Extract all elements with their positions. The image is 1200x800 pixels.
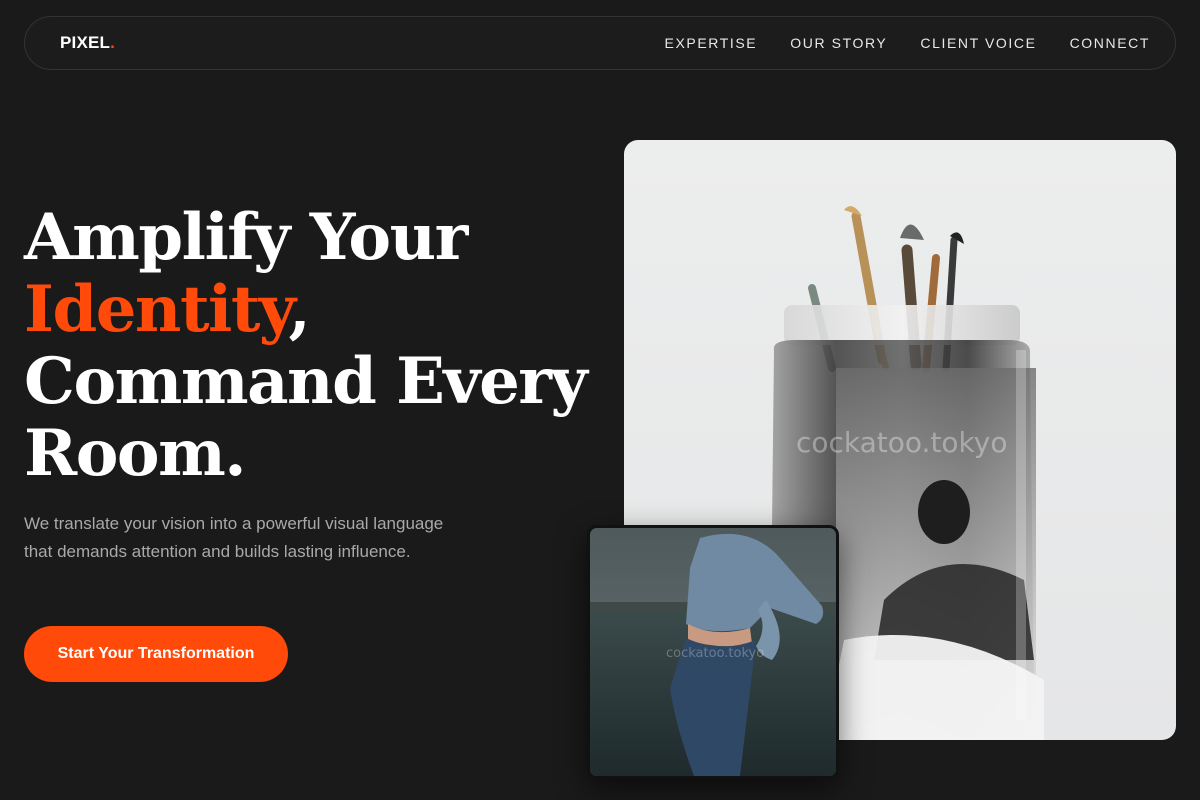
nav-link-connect[interactable]: CONNECT xyxy=(1070,35,1150,51)
hero-title-accent-word: Identity xyxy=(24,272,290,347)
landing-page: PIXEL. EXPERTISE OUR STORY CLIENT VOICE … xyxy=(0,0,1200,800)
hero-secondary-image: cockatoo.tokyo xyxy=(587,525,839,779)
nav-link-client-voice[interactable]: CLIENT VOICE xyxy=(920,35,1036,51)
hero-title-line-4: Room. xyxy=(24,416,247,491)
jar-rim xyxy=(784,305,1020,345)
portrait-head xyxy=(918,480,970,544)
hero-title-comma: , xyxy=(288,272,310,347)
nav-link-our-story[interactable]: OUR STORY xyxy=(790,35,887,51)
hero-title-line-2: Identity, xyxy=(24,274,604,346)
top-navigation-bar: PIXEL. EXPERTISE OUR STORY CLIENT VOICE … xyxy=(24,16,1176,70)
nav-links: EXPERTISE OUR STORY CLIENT VOICE CONNECT xyxy=(665,35,1150,51)
denim-fashion-illustration xyxy=(590,528,836,776)
hero-title: Amplify Your Identity, Command Every Roo… xyxy=(24,202,604,490)
nav-link-expertise[interactable]: EXPERTISE xyxy=(665,35,758,51)
hero-subtitle: We translate your vision into a powerful… xyxy=(24,514,444,561)
hero-title-line-3: Command Every xyxy=(24,344,588,419)
logo-dot: . xyxy=(110,33,116,52)
start-transformation-button[interactable]: Start Your Transformation xyxy=(24,626,288,682)
logo-text: PIXEL xyxy=(60,33,111,52)
hero-title-line-1: Amplify Your xyxy=(24,200,468,275)
site-logo[interactable]: PIXEL. xyxy=(60,33,115,53)
